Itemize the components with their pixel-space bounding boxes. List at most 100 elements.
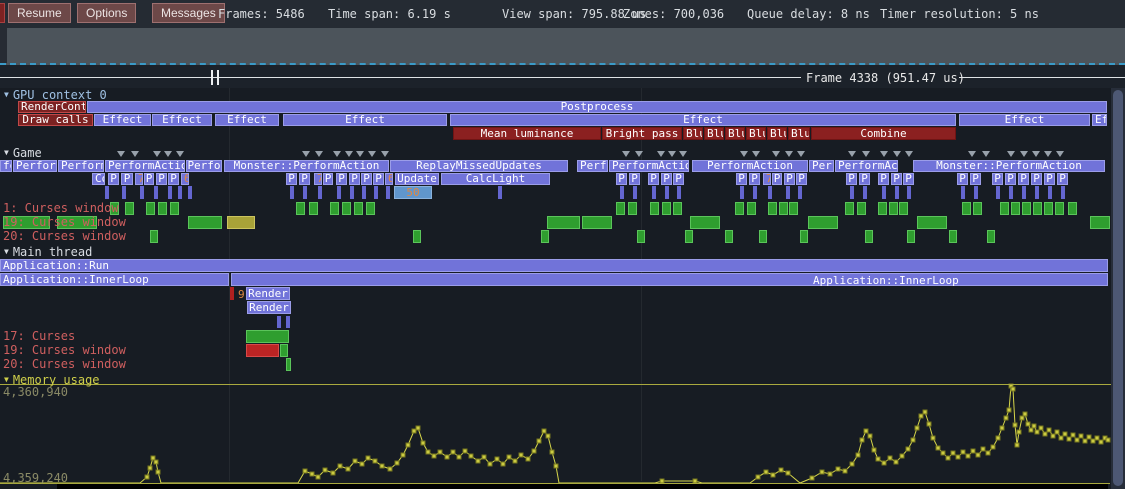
frame-marker-icon[interactable] (752, 151, 760, 157)
gpu-postprocess-zone[interactable]: Blur (725, 127, 745, 140)
thread-label-19-curses-window[interactable]: 19: Curses window (3, 216, 126, 229)
row-label-box[interactable]: RenderConte (18, 101, 86, 113)
curses-zone[interactable] (800, 230, 808, 243)
zone-tick[interactable] (337, 186, 341, 199)
frame-marker-icon[interactable] (315, 151, 323, 157)
zone-tick[interactable] (350, 186, 354, 199)
zone-bar[interactable]: Monster::PerformAction (224, 160, 389, 172)
zone-bar[interactable]: Monster::PerformAction (913, 160, 1105, 172)
gpu-postprocess-zone[interactable]: Blur (683, 127, 703, 140)
zone-bar[interactable]: ReplayMissedUpdates (390, 160, 568, 172)
curses-zone[interactable] (125, 202, 134, 215)
zone-bar[interactable]: P (323, 173, 333, 185)
curses-zone[interactable] (1000, 202, 1009, 215)
curses-zone[interactable] (637, 230, 645, 243)
curses-zone[interactable] (582, 216, 612, 229)
curses-zone-olive[interactable] (227, 216, 255, 229)
zone-tick[interactable] (633, 186, 637, 199)
thread-label-20-curses-window-main[interactable]: 20: Curses window (3, 358, 126, 371)
zone-bar[interactable]: PerformAction (692, 160, 808, 172)
zone-bar[interactable] (231, 273, 1108, 286)
frame-separator-icon[interactable] (217, 70, 219, 85)
zone-bar[interactable]: PerformAction (105, 160, 185, 172)
zone-bar[interactable]: Ef (1092, 114, 1107, 126)
curses-zone[interactable] (808, 216, 838, 229)
zone-bar[interactable]: P (957, 173, 968, 185)
zone-bar[interactable]: Effect (152, 114, 212, 126)
zone-bar[interactable]: P (891, 173, 902, 185)
zone-tick[interactable] (140, 186, 144, 199)
zone-bar[interactable]: 6 (181, 173, 189, 185)
zone-bar[interactable]: P (673, 173, 684, 185)
zone-tick[interactable] (882, 186, 886, 199)
thread-label-17-curses[interactable]: 17: Curses (3, 330, 75, 343)
curses-zone[interactable] (413, 230, 421, 243)
curses-zone[interactable] (779, 202, 788, 215)
zone-bar[interactable]: P (1005, 173, 1016, 185)
zone-tick[interactable] (786, 186, 790, 199)
zone-bar[interactable]: P (992, 173, 1003, 185)
zone-bar[interactable]: P (661, 173, 672, 185)
partial-button[interactable] (0, 3, 5, 23)
zone-bar[interactable]: P (648, 173, 659, 185)
zone-bar[interactable]: P (736, 173, 747, 185)
curses-zone[interactable] (170, 202, 179, 215)
gpu-postprocess-zone[interactable]: Blur (704, 127, 724, 140)
zone-bar[interactable]: P (796, 173, 807, 185)
zone-bar[interactable]: P (121, 173, 133, 185)
frame-marker-icon[interactable] (679, 151, 687, 157)
curses-zone[interactable] (878, 202, 887, 215)
resume-button[interactable]: Resume (8, 3, 71, 23)
zone-bar[interactable]: Application::InnerLoop (0, 273, 229, 286)
zone-tick[interactable] (974, 186, 978, 199)
row-label-box[interactable]: Draw calls (18, 114, 93, 126)
zone-tick[interactable] (1022, 186, 1026, 199)
curses-zone[interactable] (907, 230, 915, 243)
zone-tick[interactable] (318, 186, 322, 199)
curses-zone[interactable] (789, 202, 798, 215)
zone-tick[interactable] (863, 186, 867, 199)
zone-bar[interactable]: Effect (959, 114, 1090, 126)
frame-marker-icon[interactable] (668, 151, 676, 157)
zone-bar[interactable]: Co (92, 173, 105, 185)
zone-bar[interactable]: P (144, 173, 154, 185)
curses-zone[interactable] (146, 202, 155, 215)
curses-zone[interactable] (309, 202, 318, 215)
zone-bar[interactable]: PerformActio (609, 160, 689, 172)
zone-tick-red[interactable] (230, 287, 234, 300)
vertical-scrollbar-thumb[interactable] (1113, 90, 1123, 486)
zone-tick[interactable] (996, 186, 1000, 199)
zone-bar[interactable]: fo (0, 160, 12, 172)
curses-zone[interactable] (188, 216, 222, 229)
zone-bar[interactable]: P (1044, 173, 1055, 185)
zone-tick[interactable] (620, 186, 624, 199)
zone-bar[interactable]: P (878, 173, 889, 185)
curses-zone[interactable] (917, 216, 947, 229)
curses-zone[interactable] (616, 202, 625, 215)
zone-bar[interactable]: P (846, 173, 857, 185)
zone-tick[interactable] (1035, 186, 1039, 199)
zone-tick[interactable] (1048, 186, 1052, 199)
zone-bar[interactable]: 7 (135, 173, 143, 185)
curses-zone[interactable] (845, 202, 854, 215)
zone-tick[interactable] (122, 186, 126, 199)
zone-tick[interactable] (188, 186, 192, 199)
thread-label-1-curses-window[interactable]: 1: Curses window (3, 202, 119, 215)
frame-marker-icon[interactable] (1056, 151, 1064, 157)
frame-marker-icon[interactable] (153, 151, 161, 157)
zone-tick[interactable] (850, 186, 854, 199)
zone-bar[interactable]: P (336, 173, 347, 185)
frame-marker-icon[interactable] (368, 151, 376, 157)
curses-zone[interactable] (759, 230, 767, 243)
gpu-postprocess-zone[interactable]: Blur (746, 127, 766, 140)
zone-tick[interactable] (753, 186, 757, 199)
zone-bar[interactable]: P (286, 173, 297, 185)
gpu-postprocess-zone[interactable]: Blu (767, 127, 787, 140)
frame-marker-icon[interactable] (345, 151, 353, 157)
zone-tick[interactable] (498, 186, 502, 199)
zone-bar[interactable]: Update (395, 173, 439, 185)
messages-button[interactable]: Messages (152, 3, 225, 23)
zone-tick[interactable] (286, 316, 290, 328)
zone-tick[interactable] (178, 186, 182, 199)
frame-marker-icon[interactable] (968, 151, 976, 157)
